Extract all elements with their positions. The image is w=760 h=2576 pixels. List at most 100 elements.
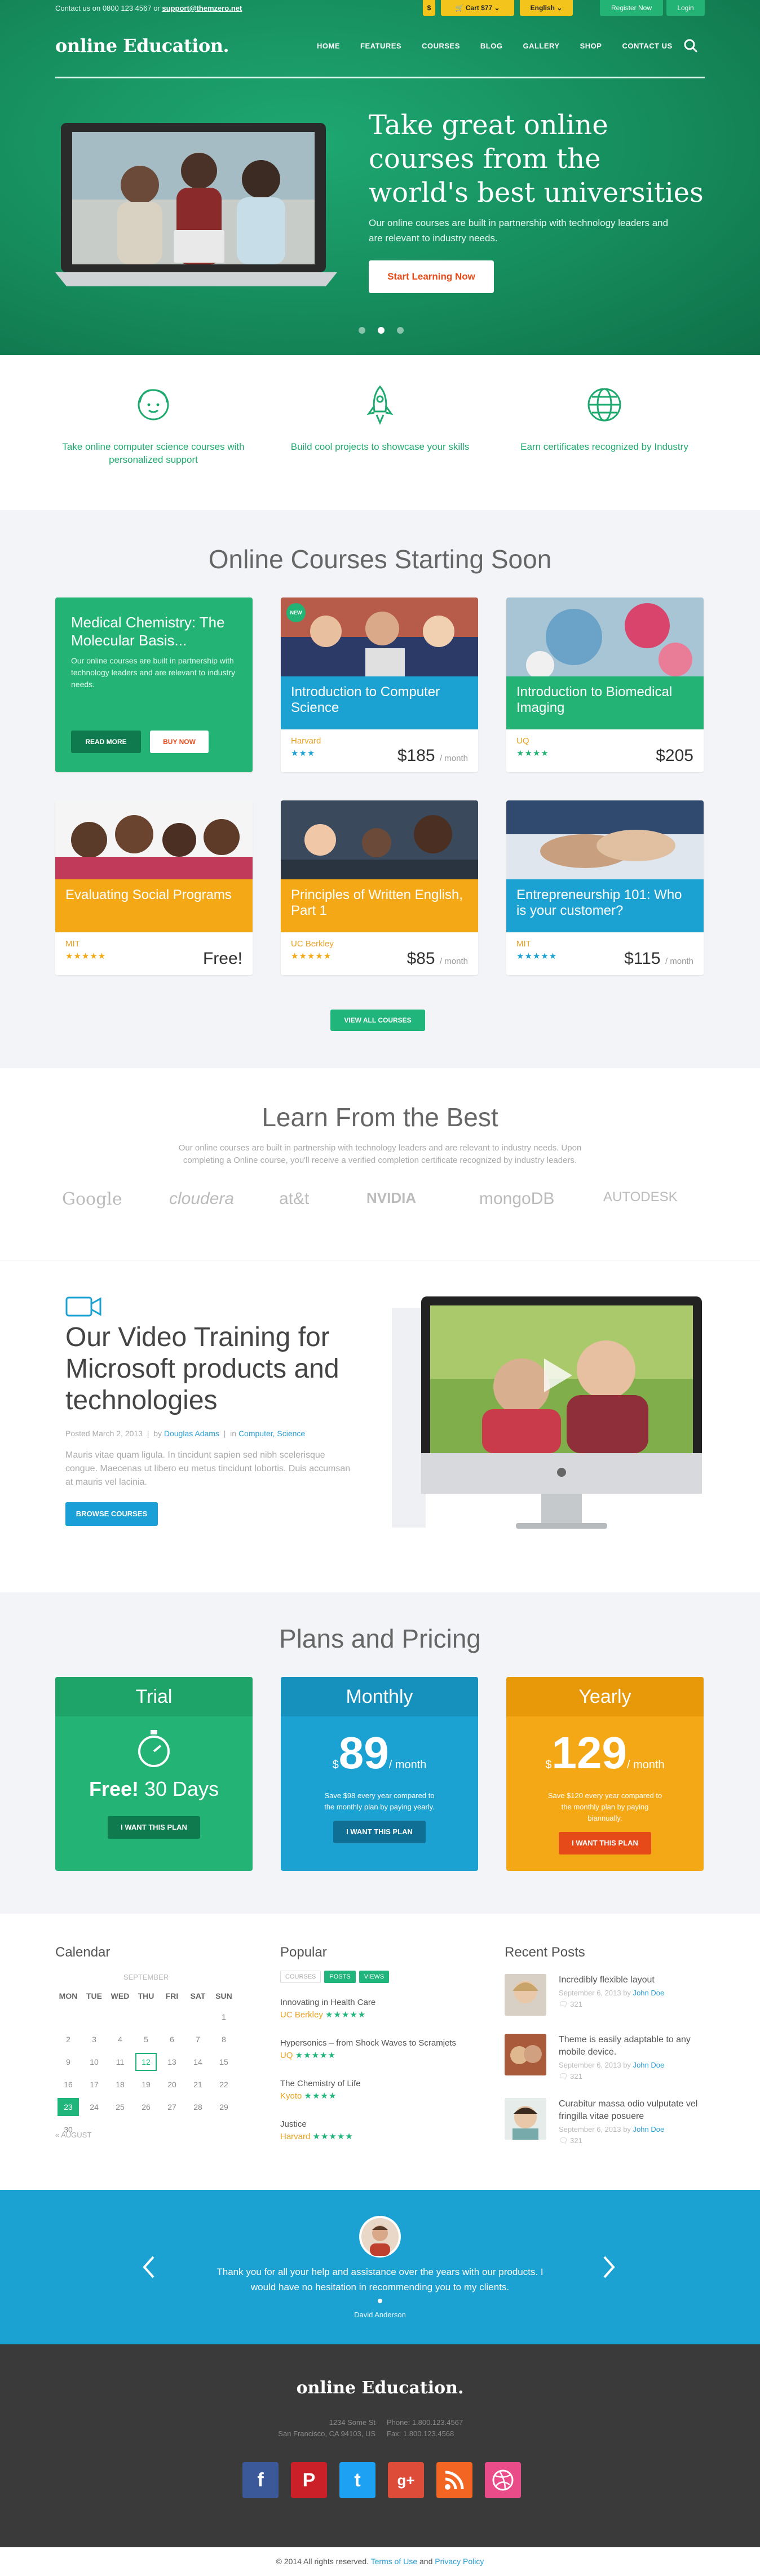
- buy-now-button[interactable]: BUY NOW: [150, 731, 209, 753]
- video-title: Our Video Training for Microsoft product…: [65, 1322, 339, 1415]
- feature-text: Take online computer science courses wit…: [62, 441, 245, 465]
- calendar-day[interactable]: 2: [55, 2028, 81, 2051]
- site-logo[interactable]: online Education.: [55, 35, 229, 56]
- register-button[interactable]: Register Now: [600, 0, 663, 16]
- course-title: Evaluating Social Programs: [55, 879, 253, 932]
- video-description: Mauris vitae quam ligula. In tincidunt s…: [65, 1450, 351, 1487]
- calendar-prev-month[interactable]: « AUGUST: [55, 2131, 91, 2139]
- course-card[interactable]: Introduction to Biomedical Imaging UQ ★★…: [506, 597, 704, 772]
- calendar-day[interactable]: 9: [55, 2051, 81, 2073]
- calendar-empty: [159, 2006, 185, 2028]
- calendar-day[interactable]: 27: [159, 2096, 185, 2118]
- popular-tabs: COURSES POSTS VIEWS: [280, 1971, 390, 1983]
- calendar-day[interactable]: 14: [185, 2051, 211, 2073]
- nav-courses[interactable]: COURSES: [422, 42, 460, 50]
- read-more-button[interactable]: READ MORE: [71, 731, 141, 753]
- nav-gallery[interactable]: GALLERY: [523, 42, 559, 50]
- login-button[interactable]: Login: [666, 0, 705, 16]
- dribbble-icon[interactable]: [485, 2462, 521, 2498]
- contact-info: Contact us on 0800 123 4567 or support@t…: [55, 4, 242, 12]
- popular-item[interactable]: The Chemistry of Life Kyoto ★★★★: [280, 2078, 361, 2103]
- testimonial-dot[interactable]: [378, 2299, 382, 2303]
- calendar-day[interactable]: 25: [107, 2096, 133, 2118]
- calendar-day[interactable]: 16: [55, 2073, 81, 2096]
- calendar-day[interactable]: 19: [133, 2073, 159, 2096]
- googleplus-icon[interactable]: g+: [388, 2462, 424, 2498]
- footer-logo[interactable]: online Education.: [0, 2378, 760, 2398]
- category-link[interactable]: Computer, Science: [238, 1429, 305, 1438]
- calendar-day-header: WED: [111, 1991, 130, 2000]
- calendar-day[interactable]: 21: [185, 2073, 211, 2096]
- twitter-icon[interactable]: t: [339, 2462, 375, 2498]
- video-monitor-image: [392, 1296, 702, 1529]
- popular-item[interactable]: Innovating in Health Care UC Berkley ★★★★…: [280, 1997, 375, 2021]
- nav-shop[interactable]: SHOP: [580, 42, 602, 50]
- nav-blog[interactable]: BLOG: [480, 42, 503, 50]
- calendar-month: SEPTEMBER: [123, 1973, 169, 1981]
- comment-icon: 🗨: [559, 2000, 568, 2008]
- featured-course-card[interactable]: Medical Chemistry: The Molecular Basis..…: [55, 597, 253, 772]
- popular-item[interactable]: Hypersonics – from Shock Waves to Scramj…: [280, 2037, 456, 2062]
- calendar-day[interactable]: 12: [133, 2051, 159, 2073]
- course-card[interactable]: NEW Introduction to Computer Science Har…: [281, 597, 478, 772]
- calendar-day[interactable]: 28: [185, 2096, 211, 2118]
- popular-item[interactable]: Justice Harvard ★★★★★: [280, 2118, 354, 2143]
- rocket-icon: [366, 385, 394, 425]
- pinterest-icon[interactable]: P: [291, 2462, 327, 2498]
- nav-features[interactable]: FEATURES: [360, 42, 401, 50]
- language-select[interactable]: English ⌄: [520, 0, 573, 16]
- currency-button[interactable]: $: [423, 0, 435, 16]
- nav-home[interactable]: HOME: [317, 42, 340, 50]
- slider-dot-active[interactable]: [378, 327, 385, 334]
- facebook-icon[interactable]: f: [242, 2462, 279, 2498]
- calendar-day[interactable]: 4: [107, 2028, 133, 2051]
- calendar-day[interactable]: 18: [107, 2073, 133, 2096]
- calendar-empty: [185, 2006, 211, 2028]
- course-card[interactable]: Entrepreneurship 101: Who is your custom…: [506, 800, 704, 975]
- nav-contact[interactable]: CONTACT US: [622, 42, 672, 50]
- calendar-day[interactable]: 24: [81, 2096, 107, 2118]
- calendar-day[interactable]: 20: [159, 2073, 185, 2096]
- calendar-day[interactable]: 11: [107, 2051, 133, 2073]
- rss-icon[interactable]: [436, 2462, 472, 2498]
- hero-slider-dots: [359, 327, 404, 334]
- calendar-day[interactable]: 26: [133, 2096, 159, 2118]
- course-card[interactable]: Principles of Written English, Part 1 UC…: [281, 800, 478, 975]
- privacy-link[interactable]: Privacy Policy: [435, 2557, 484, 2566]
- browse-courses-button[interactable]: BROWSE COURSES: [65, 1502, 158, 1526]
- want-plan-button[interactable]: I WANT THIS PLAN: [559, 1832, 651, 1854]
- contact-email-link[interactable]: support@themzero.net: [162, 4, 242, 12]
- calendar-day[interactable]: 29: [211, 2096, 237, 2118]
- calendar-day[interactable]: 7: [185, 2028, 211, 2051]
- want-plan-button[interactable]: I WANT THIS PLAN: [108, 1816, 200, 1839]
- calendar-day[interactable]: 6: [159, 2028, 185, 2051]
- course-card[interactable]: Evaluating Social Programs MIT ★★★★★ Fre…: [55, 800, 253, 975]
- calendar-day[interactable]: 1: [211, 2006, 237, 2028]
- calendar-day[interactable]: 10: [81, 2051, 107, 2073]
- cart-button[interactable]: 🛒 Cart $77 ⌄: [441, 0, 514, 16]
- calendar-day[interactable]: 23: [55, 2096, 81, 2118]
- slider-dot[interactable]: [359, 327, 365, 334]
- view-all-courses-button[interactable]: VIEW ALL COURSES: [330, 1010, 425, 1031]
- calendar-day[interactable]: 13: [159, 2051, 185, 2073]
- calendar-day[interactable]: 17: [81, 2073, 107, 2096]
- start-learning-button[interactable]: Start Learning Now: [369, 260, 494, 293]
- calendar-day[interactable]: 5: [133, 2028, 159, 2051]
- tab-courses[interactable]: COURSES: [280, 1971, 321, 1983]
- tab-views[interactable]: VIEWS: [359, 1971, 390, 1983]
- calendar-day[interactable]: 22: [211, 2073, 237, 2096]
- course-title: Principles of Written English, Part 1: [281, 879, 478, 932]
- author-link[interactable]: Douglas Adams: [164, 1429, 219, 1438]
- terms-link[interactable]: Terms of Use: [371, 2557, 417, 2566]
- search-icon[interactable]: [683, 38, 698, 53]
- slider-dot[interactable]: [397, 327, 404, 334]
- calendar-day[interactable]: 8: [211, 2028, 237, 2051]
- tab-posts[interactable]: POSTS: [324, 1971, 356, 1983]
- calendar-empty: [133, 2006, 159, 2028]
- calendar-day[interactable]: 15: [211, 2051, 237, 2073]
- course-source: UQ: [516, 736, 529, 746]
- want-plan-button[interactable]: I WANT THIS PLAN: [333, 1821, 426, 1843]
- video-meta: Posted March 2, 2013 | by Douglas Adams …: [65, 1429, 306, 1438]
- calendar-day[interactable]: 3: [81, 2028, 107, 2051]
- plan-name: Monthly: [281, 1677, 478, 1716]
